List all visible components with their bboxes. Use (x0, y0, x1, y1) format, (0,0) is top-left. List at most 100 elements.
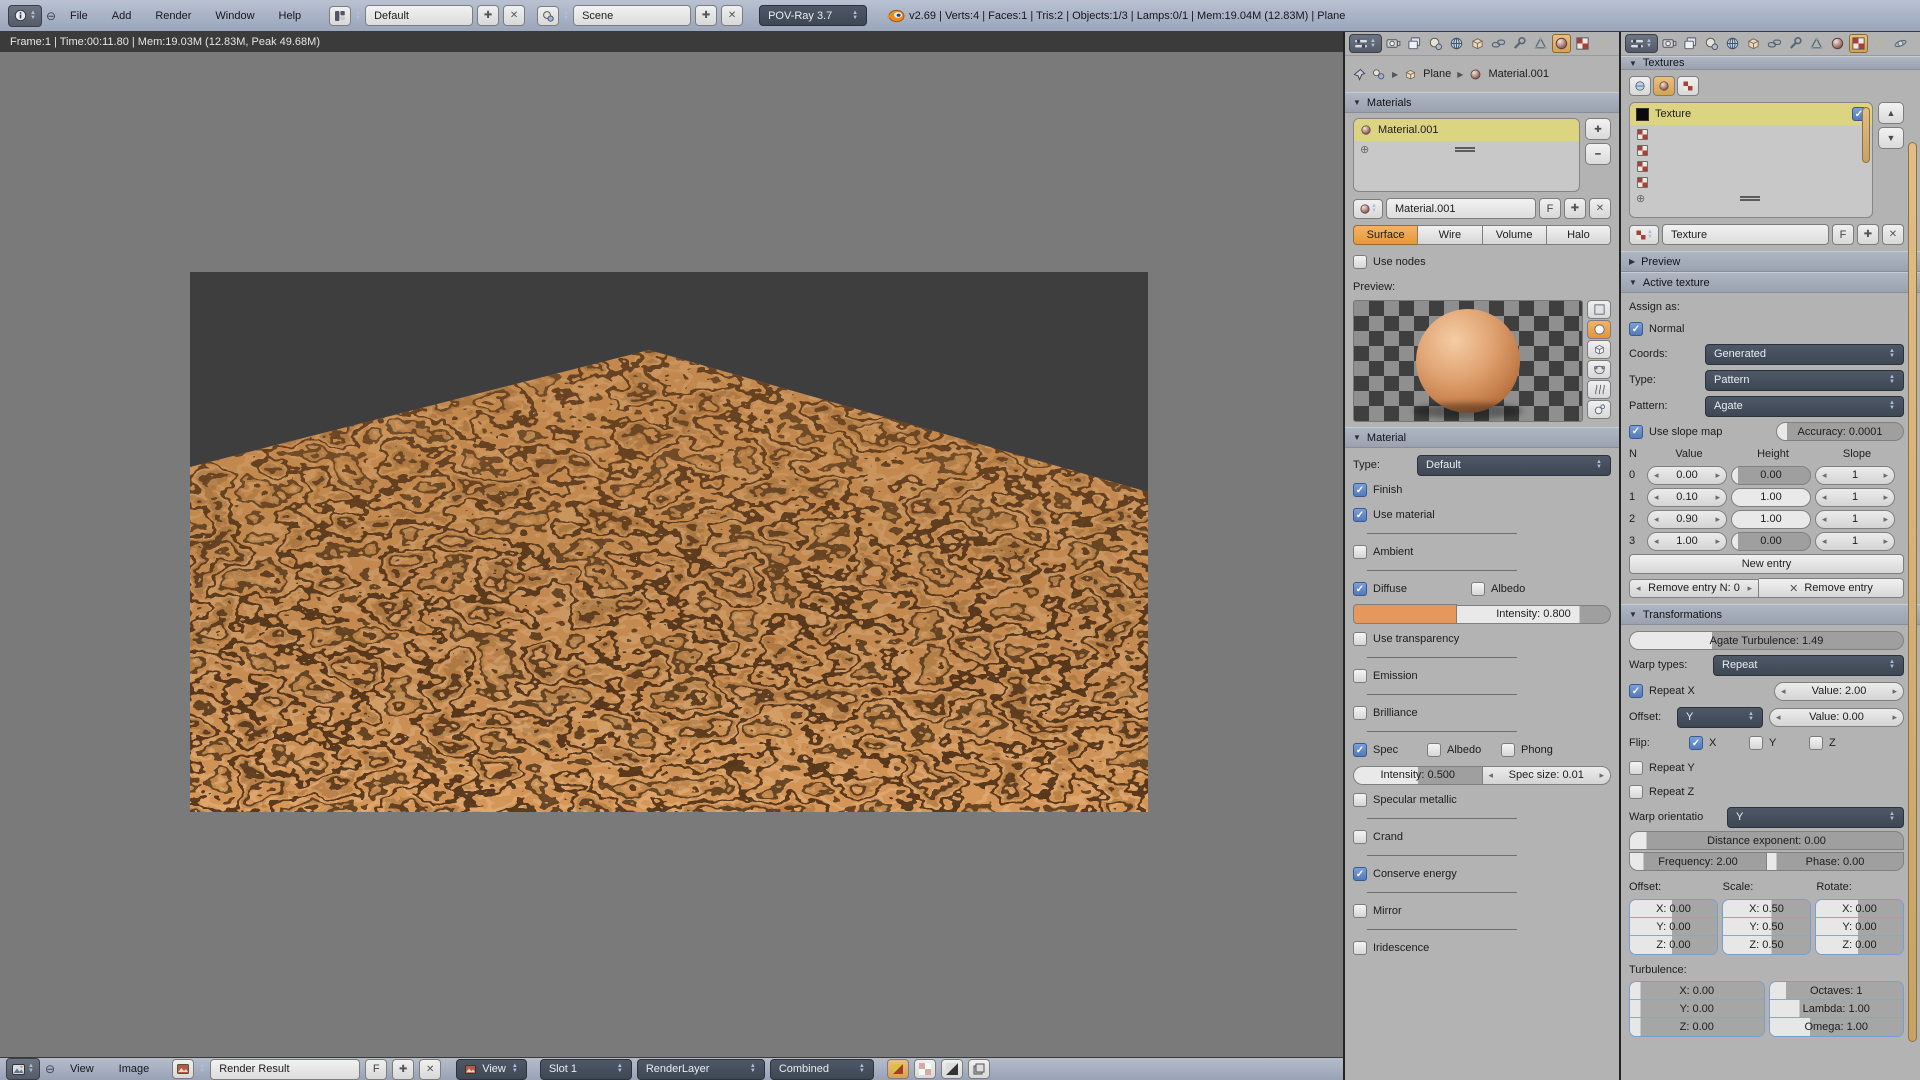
preview-cube-button[interactable] (1587, 340, 1611, 359)
warp-types-selector[interactable]: Repeat (1713, 655, 1904, 676)
menu-render[interactable]: Render (145, 6, 201, 26)
empty-texture-slot-icon[interactable] (1636, 128, 1649, 141)
lambda-field[interactable]: Lambda: 1.00 (1770, 1000, 1904, 1018)
rotate-z-field[interactable]: Z: 0.00 (1816, 936, 1903, 954)
collapse-menus-icon[interactable] (45, 1062, 55, 1076)
pattern-selector[interactable]: Agate (1705, 396, 1904, 417)
flip-z-checkbox[interactable] (1809, 736, 1823, 750)
empty-texture-slot-icon[interactable] (1636, 176, 1649, 189)
object-data-tab[interactable] (1531, 34, 1550, 53)
scale-z-field[interactable]: Z: 0.50 (1723, 936, 1810, 954)
screen-layout-selector[interactable]: Default (365, 5, 473, 26)
textures-panel-header[interactable]: ▼ Textures (1621, 56, 1920, 70)
node-icon[interactable] (1372, 68, 1386, 81)
fake-user-button[interactable]: F (1832, 224, 1854, 245)
mode-wire-button[interactable]: Wire (1417, 225, 1481, 245)
new-material-button[interactable] (1564, 198, 1586, 219)
list-scrollbar[interactable] (1862, 107, 1870, 163)
scale-x-field[interactable]: X: 0.50 (1723, 900, 1810, 918)
diffuse-checkbox[interactable] (1353, 582, 1367, 596)
object-tab[interactable] (1468, 34, 1487, 53)
world-tab[interactable] (1723, 34, 1742, 53)
iridescence-checkbox[interactable] (1353, 941, 1367, 955)
texture-type-selector[interactable]: Pattern (1705, 370, 1904, 391)
spec-albedo-checkbox[interactable] (1427, 743, 1441, 757)
value-field[interactable]: 0.00 (1647, 466, 1727, 485)
texture-slot-item[interactable]: Texture (1630, 103, 1872, 125)
ambient-checkbox[interactable] (1353, 545, 1367, 559)
texture-datablock-icon[interactable] (1629, 225, 1659, 245)
info-editor-type-button[interactable] (8, 5, 42, 27)
render-slot-selector[interactable]: Slot 1 (540, 1059, 632, 1080)
offset-axis-selector[interactable]: Y (1677, 707, 1763, 728)
world-tab[interactable] (1447, 34, 1466, 53)
material-texture-context-button[interactable] (1653, 76, 1675, 96)
mode-halo-button[interactable]: Halo (1546, 225, 1611, 245)
preview-flat-button[interactable] (1587, 300, 1611, 319)
flip-y-checkbox[interactable] (1749, 736, 1763, 750)
preview-monkey-button[interactable] (1587, 360, 1611, 379)
distance-exponent-slider[interactable]: Distance exponent: 0.00 (1629, 831, 1904, 850)
image-datablock-name[interactable]: Render Result (210, 1059, 360, 1080)
render-tab[interactable] (1384, 34, 1403, 53)
remove-entry-n-stepper[interactable]: Remove entry N: 0 (1629, 579, 1759, 598)
spec-intensity-slider[interactable]: Intensity: 0.500 (1353, 766, 1482, 785)
material-tab[interactable] (1828, 34, 1847, 53)
preview-hair-button[interactable] (1587, 380, 1611, 399)
menu-file[interactable]: File (60, 6, 98, 26)
scale-y-field[interactable]: Y: 0.50 (1723, 918, 1810, 936)
use-nodes-checkbox[interactable] (1353, 255, 1367, 269)
preview-panel-header[interactable]: ▶ Preview (1621, 251, 1920, 272)
use-material-checkbox[interactable] (1353, 508, 1367, 522)
repeat-x-checkbox[interactable] (1629, 684, 1643, 698)
other-texture-context-button[interactable] (1677, 76, 1699, 96)
height-field[interactable]: 0.00 (1731, 466, 1811, 485)
diffuse-color-swatch[interactable] (1353, 604, 1457, 624)
render-pass-selector[interactable]: Combined (770, 1059, 874, 1080)
render-layers-tab[interactable] (1405, 34, 1424, 53)
new-image-button[interactable] (392, 1059, 414, 1080)
remove-entry-button[interactable]: ✕Remove entry (1759, 578, 1904, 598)
texture-tab[interactable] (1573, 34, 1592, 53)
texture-slot-down-button[interactable]: ▼ (1878, 127, 1904, 149)
menu-help[interactable]: Help (269, 6, 312, 26)
mode-volume-button[interactable]: Volume (1482, 225, 1546, 245)
rotate-y-field[interactable]: Y: 0.00 (1816, 918, 1903, 936)
fake-user-button[interactable]: F (1539, 198, 1561, 219)
omega-field[interactable]: Omega: 1.00 (1770, 1018, 1904, 1036)
resize-handle[interactable] (1455, 147, 1475, 152)
material-panel-header[interactable]: ▼ Material (1345, 427, 1619, 448)
physics-tab[interactable] (1891, 34, 1910, 53)
properties-editor-type-button[interactable] (1625, 34, 1658, 53)
conserve-energy-checkbox[interactable] (1353, 867, 1367, 881)
height-field[interactable]: 0.00 (1731, 532, 1811, 551)
material-name-field[interactable]: Material.001 (1386, 198, 1536, 219)
draw-channels-color-button[interactable] (887, 1059, 909, 1079)
turbulence-x-field[interactable]: X: 0.00 (1630, 982, 1764, 1000)
world-texture-context-button[interactable] (1629, 76, 1651, 96)
menu-view[interactable]: View (60, 1059, 104, 1079)
render-engine-selector[interactable]: POV-Ray 3.7 (759, 5, 867, 26)
new-texture-button[interactable] (1857, 224, 1879, 245)
add-slot-icon[interactable] (1360, 143, 1369, 156)
fake-user-button[interactable]: F (365, 1059, 387, 1080)
editing-context-selector[interactable]: View (456, 1059, 527, 1080)
turbulence-z-field[interactable]: Z: 0.00 (1630, 1018, 1764, 1036)
turbulence-y-field[interactable]: Y: 0.00 (1630, 1000, 1764, 1018)
delete-scene-button[interactable] (721, 5, 743, 26)
use-slope-map-checkbox[interactable] (1629, 425, 1643, 439)
delete-screen-layout-button[interactable] (503, 5, 525, 26)
diffuse-albedo-checkbox[interactable] (1471, 582, 1485, 596)
height-field[interactable]: 1.00 (1731, 510, 1811, 529)
value-field[interactable]: 0.90 (1647, 510, 1727, 529)
frequency-slider[interactable]: Frequency: 2.00 (1629, 852, 1766, 871)
add-screen-layout-button[interactable] (477, 5, 499, 26)
repeat-y-checkbox[interactable] (1629, 761, 1643, 775)
texture-slot-up-button[interactable]: ▲ (1878, 102, 1904, 124)
brilliance-checkbox[interactable] (1353, 706, 1367, 720)
rotate-x-field[interactable]: X: 0.00 (1816, 900, 1903, 918)
draw-channels-zbuffer-button[interactable] (941, 1059, 963, 1079)
active-texture-panel-header[interactable]: ▼ Active texture (1621, 272, 1920, 293)
menu-window[interactable]: Window (205, 6, 264, 26)
use-transparency-checkbox[interactable] (1353, 632, 1367, 646)
